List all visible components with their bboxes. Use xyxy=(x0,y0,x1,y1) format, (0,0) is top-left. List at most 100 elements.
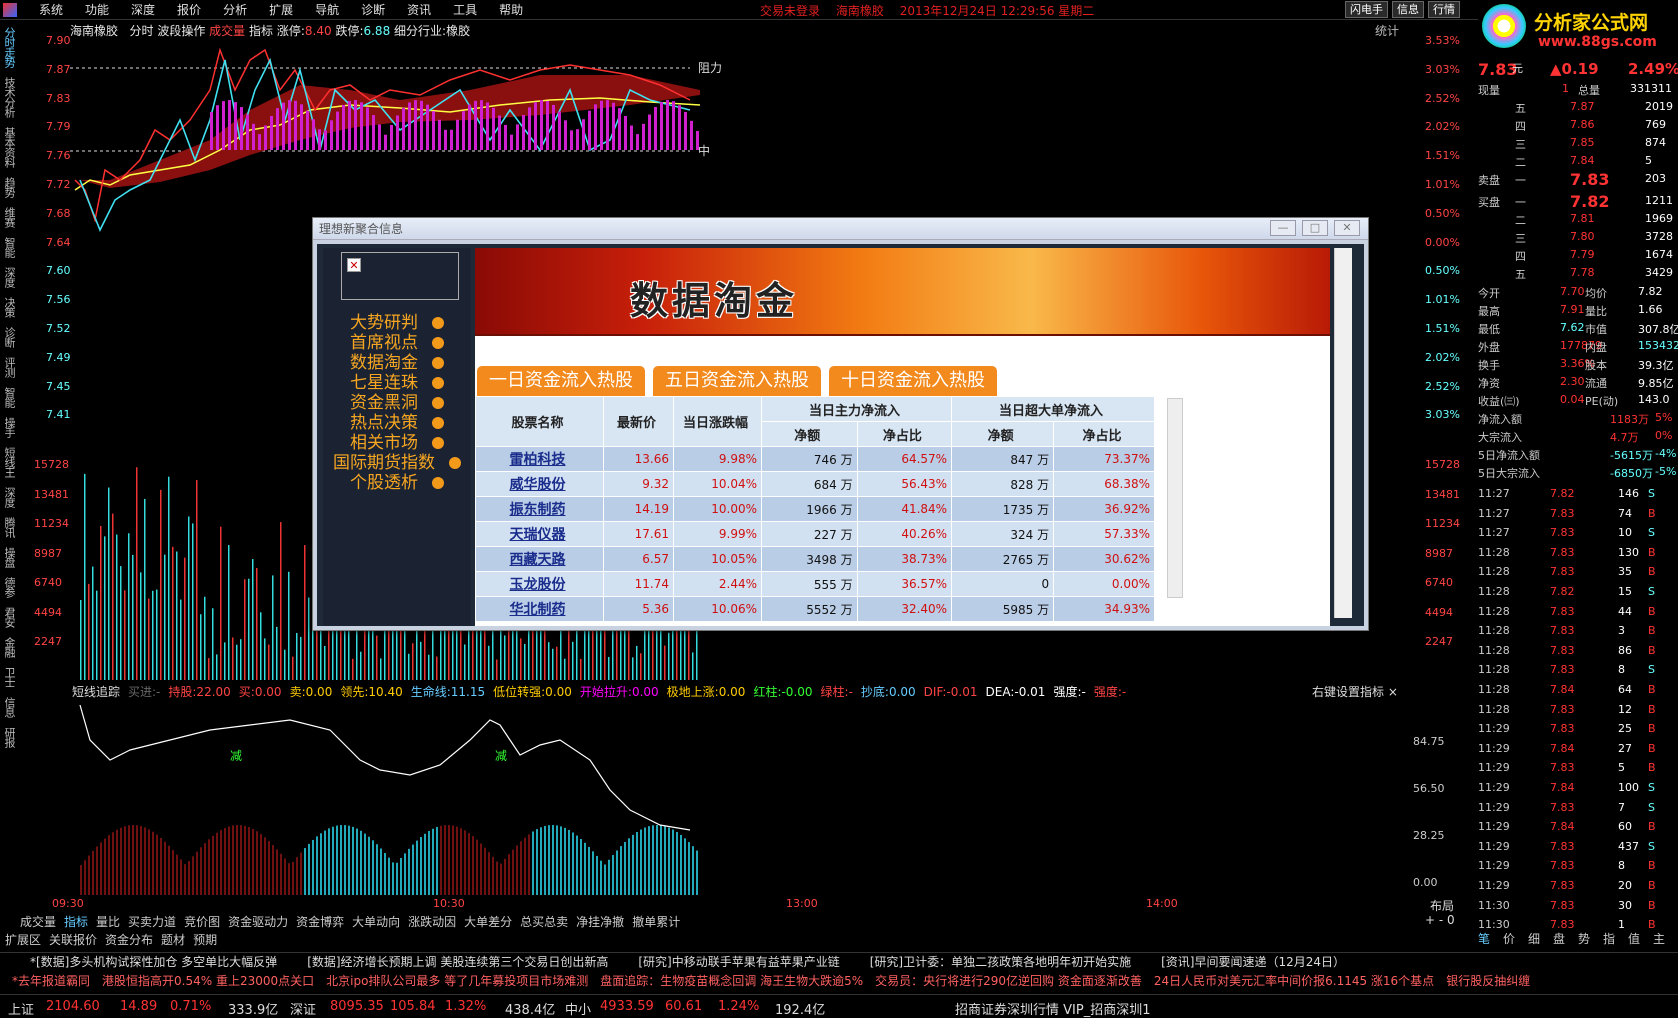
left-tab[interactable]: 君安 xyxy=(1,602,17,632)
bottom-tab[interactable]: 大单差分 xyxy=(464,915,512,929)
menu-item[interactable]: 扩展 xyxy=(269,1,293,18)
indicator-settings[interactable]: 右键设置指标 × xyxy=(1312,683,1398,700)
left-tab[interactable]: 深度 xyxy=(1,262,17,292)
stock-link[interactable]: 西藏天路 xyxy=(475,546,604,572)
left-tab[interactable]: 金融 xyxy=(1,632,17,662)
left-tab[interactable]: 基本资料 xyxy=(1,122,17,172)
popup-scrollbar[interactable] xyxy=(1334,248,1352,618)
top-button[interactable]: 信息 xyxy=(1392,1,1424,18)
bottom-tab[interactable]: 资金博弈 xyxy=(296,915,344,929)
left-tab[interactable]: 研报 xyxy=(1,722,17,752)
table-row[interactable]: 玉龙股份 11.74 2.44% 555 万 36.57% 0 0.00% xyxy=(475,571,1155,597)
menu-item[interactable]: 诊断 xyxy=(361,1,385,18)
sub-tab[interactable]: 关联报价 xyxy=(49,933,97,947)
bottom-tab[interactable]: 资金驱动力 xyxy=(228,915,288,929)
bottom-tab[interactable]: 总买总卖 xyxy=(520,915,568,929)
sub-tab[interactable]: 资金分布 xyxy=(105,933,153,947)
quote-tab[interactable]: 势 xyxy=(1578,930,1590,947)
news-item[interactable]: [研究]中移动联手苹果有益苹果产业链 xyxy=(638,955,839,969)
left-tab[interactable]: 操盘 xyxy=(1,542,17,572)
table-row[interactable]: 威华股份 9.32 10.04% 684 万 56.43% 828 万 68.38% xyxy=(475,471,1155,497)
sub-tab[interactable]: 预期 xyxy=(193,933,217,947)
left-tab[interactable]: 卫士 xyxy=(1,662,17,692)
menu-item[interactable]: 深度 xyxy=(131,1,155,18)
col-main-ratio[interactable]: 净占比 xyxy=(856,421,953,447)
indicator-chart[interactable]: 减 减 xyxy=(70,700,1420,895)
left-tab[interactable]: 评测 xyxy=(1,352,17,382)
bottom-tab[interactable]: 量比 xyxy=(96,915,120,929)
left-tab[interactable]: 技术分析 xyxy=(1,72,17,122)
table-row[interactable]: 天瑞仪器 17.61 9.99% 227 万 40.26% 324 万 57.33% xyxy=(475,521,1155,547)
menu-item[interactable]: 分析 xyxy=(223,1,247,18)
left-tab[interactable]: 趋势 xyxy=(1,172,17,202)
left-tab[interactable]: 德参 xyxy=(1,572,17,602)
quote-tab[interactable]: 细 xyxy=(1528,930,1540,947)
table-scrollbar[interactable] xyxy=(1167,398,1183,598)
left-tab[interactable]: 维赛 xyxy=(1,202,17,232)
left-tab[interactable]: 智能 xyxy=(1,382,17,412)
left-tab[interactable]: 诊断 xyxy=(1,322,17,352)
top-button[interactable]: 闪电手 xyxy=(1345,1,1388,18)
col-main-amt[interactable]: 净额 xyxy=(761,421,858,447)
quote-tab[interactable]: 笔 xyxy=(1478,930,1490,947)
bottom-tab[interactable]: 买卖力道 xyxy=(128,915,176,929)
table-row[interactable]: 雷柏科技 13.66 9.98% 746 万 64.57% 847 万 73.37% xyxy=(475,446,1155,472)
news-item[interactable]: *去年报道霸同 xyxy=(12,974,90,988)
bottom-tab[interactable]: 竞价图 xyxy=(184,915,220,929)
stock-link[interactable]: 威华股份 xyxy=(475,471,604,497)
table-row[interactable]: 华北制药 5.36 10.06% 5552 万 32.40% 5985 万 34.93% xyxy=(475,596,1155,622)
quote-tab[interactable]: 指 xyxy=(1603,930,1615,947)
news-item[interactable]: 银行股反抽纠缠 xyxy=(1446,974,1530,988)
bottom-tab[interactable]: 成交量 xyxy=(20,915,56,929)
col-chg[interactable]: 当日涨跌幅 xyxy=(673,396,762,447)
news-item[interactable]: 港股恒指高开0.54% 重上23000点关口 xyxy=(102,974,314,988)
col-name[interactable]: 股票名称 xyxy=(475,396,604,447)
left-tab[interactable]: 操手 xyxy=(1,412,17,442)
table-row[interactable]: 振东制药 14.19 10.00% 1966 万 41.84% 1735 万 36.92% xyxy=(475,496,1155,522)
news-item[interactable]: [研究]卫计委：单独二孩政策各地明年初开始实施 xyxy=(870,955,1131,969)
col-big-ratio[interactable]: 净占比 xyxy=(1053,421,1155,447)
news-item[interactable]: 盘面追踪：生物疫苗概念回调 海王生物大跌逾5% xyxy=(600,974,863,988)
top-button[interactable]: 行情 xyxy=(1428,1,1460,18)
menu-item[interactable]: 帮助 xyxy=(499,1,523,18)
menu-item[interactable]: 功能 xyxy=(85,1,109,18)
stock-link[interactable]: 玉龙股份 xyxy=(475,571,604,597)
news-item[interactable]: 交易员：央行将进行290亿逆回购 资金面逐渐改善 xyxy=(875,974,1142,988)
sub-tab[interactable]: 题材 xyxy=(161,933,185,947)
minimize-button[interactable]: — xyxy=(1270,220,1296,236)
bottom-tab[interactable]: 大单动向 xyxy=(352,915,400,929)
stock-link[interactable]: 华北制药 xyxy=(475,596,604,622)
bottom-tab[interactable]: 净挂净撤 xyxy=(576,915,624,929)
stock-link[interactable]: 天瑞仪器 xyxy=(475,521,604,547)
close-button[interactable]: ✕ xyxy=(1334,220,1360,236)
news-item[interactable]: 24日人民币对美元汇率中间价报6.1145 涨16个基点 xyxy=(1154,974,1434,988)
stock-link[interactable]: 振东制药 xyxy=(475,496,604,522)
news-item[interactable]: 北京ipo排队公司最多 等了几年募投项目市场难测 xyxy=(326,974,588,988)
news-item[interactable]: [资讯]早间要闻速递（12月24日） xyxy=(1161,955,1345,969)
hot-stock-tab[interactable]: 五日资金流入热股 xyxy=(653,366,821,396)
news-item[interactable]: [数据]经济增长预期上调 美股连续第三个交易日创出新高 xyxy=(307,955,608,969)
bottom-tab[interactable]: 指标 xyxy=(64,915,88,929)
left-tab[interactable]: 信息 xyxy=(1,692,17,722)
left-tab[interactable]: 腾讯 xyxy=(1,512,17,542)
menu-item[interactable]: 资讯 xyxy=(407,1,431,18)
zoom-controls[interactable]: + - 0 xyxy=(1425,913,1455,927)
left-tab[interactable]: 分时走势 xyxy=(1,22,17,72)
menu-item[interactable]: 系统 xyxy=(39,1,63,18)
sub-tab[interactable]: 扩展区 xyxy=(5,933,41,947)
quote-tab[interactable]: 主 xyxy=(1653,930,1665,947)
stock-link[interactable]: 雷柏科技 xyxy=(475,446,604,472)
side-menu-item[interactable]: 个股透析 xyxy=(323,468,471,493)
hot-stock-tab[interactable]: 一日资金流入热股 xyxy=(477,366,645,396)
left-tab[interactable]: 短线王 xyxy=(1,442,17,482)
bottom-tab[interactable]: 涨跌动因 xyxy=(408,915,456,929)
left-tab[interactable]: 决策 xyxy=(1,292,17,322)
bottom-tab[interactable]: 撤单累计 xyxy=(632,915,680,929)
table-row[interactable]: 西藏天路 6.57 10.05% 3498 万 38.73% 2765 万 30.62% xyxy=(475,546,1155,572)
col-big-amt[interactable]: 净额 xyxy=(951,421,1055,447)
menu-item[interactable]: 工具 xyxy=(453,1,477,18)
maximize-button[interactable]: □ xyxy=(1302,220,1328,236)
hot-stock-tab[interactable]: 十日资金流入热股 xyxy=(829,366,997,396)
layout-label[interactable]: 布局 xyxy=(1430,897,1454,914)
quote-tab[interactable]: 值 xyxy=(1628,930,1640,947)
